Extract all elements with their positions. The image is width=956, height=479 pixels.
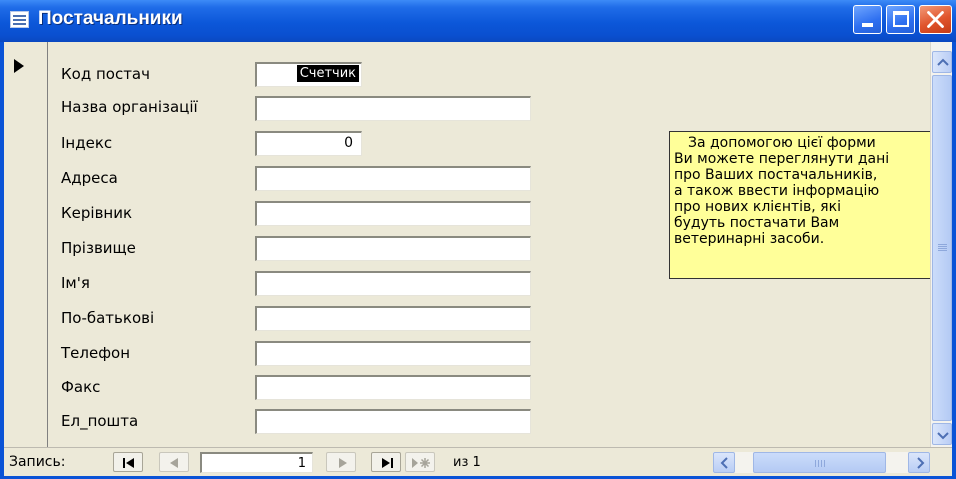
label-el-poshta: Ел_пошта (61, 412, 139, 430)
minimize-icon (862, 23, 873, 27)
vertical-scroll-thumb[interactable] (932, 75, 952, 421)
first-record-icon (123, 458, 134, 468)
field-imia[interactable] (255, 271, 531, 296)
field-kod-postach[interactable]: Счетчик (255, 62, 362, 87)
vertical-scrollbar[interactable] (930, 42, 952, 447)
field-faks[interactable] (255, 375, 531, 400)
chevron-down-icon (937, 432, 949, 440)
title-bar[interactable]: Постачальники (0, 0, 956, 42)
new-record-button[interactable] (405, 452, 435, 472)
record-navigation-bar: Запись: 1 из 1 (4, 447, 952, 476)
field-adresa[interactable] (255, 166, 531, 191)
scroll-down-button[interactable] (932, 423, 952, 445)
label-nazva-organizatsii: Назва організації (61, 98, 198, 116)
record-selector[interactable] (4, 42, 48, 447)
first-record-button[interactable] (113, 452, 143, 472)
current-record-arrow-icon (14, 59, 24, 73)
field-indeks[interactable]: 0 (255, 131, 362, 156)
form-detail: Код постач Счетчик Назва організації Інд… (49, 42, 931, 447)
record-label: Запись: (9, 454, 66, 470)
form-window: Постачальники Код постач Счетчик Назва о… (0, 0, 956, 479)
label-po-batkovi: По-батькові (61, 309, 155, 327)
current-record-input[interactable]: 1 (200, 452, 313, 473)
last-record-button[interactable] (371, 452, 401, 472)
field-telefon[interactable] (255, 341, 531, 366)
label-adresa: Адреса (61, 169, 118, 187)
label-kerivnyk: Керівник (61, 204, 133, 222)
field-value: 0 (344, 135, 353, 151)
label-kod-postach: Код постач (61, 65, 150, 83)
previous-record-button[interactable] (159, 452, 189, 472)
label-imia: Ім'я (61, 274, 90, 292)
horizontal-scrollbar[interactable] (713, 452, 930, 473)
chevron-right-icon (917, 457, 925, 469)
new-record-icon (412, 458, 430, 468)
close-icon (927, 11, 944, 28)
field-kerivnyk[interactable] (255, 201, 531, 226)
scroll-up-button[interactable] (932, 51, 952, 73)
scroll-right-button[interactable] (908, 452, 930, 473)
chevron-left-icon (720, 457, 728, 469)
label-telefon: Телефон (61, 344, 131, 362)
note-line: ветеринарні засоби. (674, 231, 825, 247)
next-record-button[interactable] (326, 452, 356, 472)
form-client-area: Код постач Счетчик Назва організації Інд… (4, 42, 952, 476)
window-title: Постачальники (38, 8, 183, 29)
note-line: про нових клієнтів, які (674, 199, 841, 215)
field-prizvyshche[interactable] (255, 236, 531, 261)
record-count: из 1 (453, 455, 481, 470)
note-line: За допомогою цієї форми (688, 135, 876, 151)
previous-record-icon (170, 458, 178, 468)
maximize-button[interactable] (886, 5, 915, 34)
maximize-icon (893, 11, 909, 27)
minimize-button[interactable] (853, 5, 882, 34)
chevron-up-icon (937, 58, 949, 66)
scroll-left-button[interactable] (713, 452, 735, 473)
field-el-poshta[interactable] (255, 409, 531, 434)
info-note: За допомогою цієї форми Ви можете перегл… (669, 131, 931, 279)
counter-value: Счетчик (296, 65, 359, 82)
label-faks: Факс (61, 378, 101, 396)
next-record-icon (339, 458, 347, 468)
note-line: а також ввести інформацію (674, 183, 880, 199)
note-line: про Ваших постачальників, (674, 167, 878, 183)
last-record-icon (382, 458, 393, 468)
form-icon (10, 11, 29, 28)
close-button[interactable] (919, 5, 952, 34)
note-line: Ви можете переглянути дані (674, 151, 890, 167)
field-po-batkovi[interactable] (255, 306, 531, 331)
label-prizvyshche: Прізвище (61, 239, 136, 257)
label-indeks: Індекс (61, 134, 113, 152)
note-line: будуть постачати Вам (674, 215, 840, 231)
horizontal-scroll-thumb[interactable] (753, 452, 886, 473)
field-nazva-organizatsii[interactable] (255, 96, 531, 121)
